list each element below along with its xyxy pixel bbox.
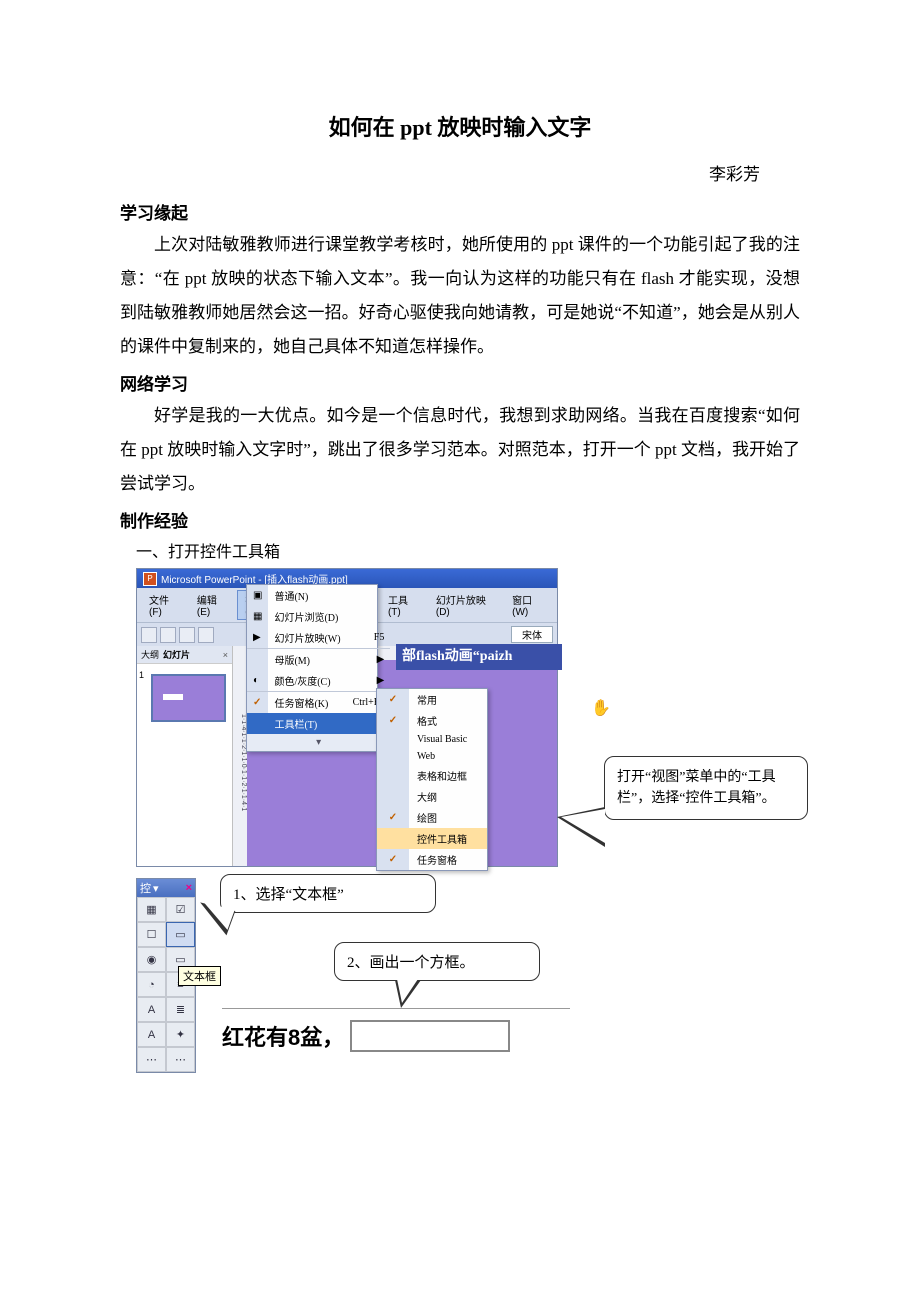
submenu-control-toolbox[interactable]: 控件工具箱 bbox=[377, 828, 487, 849]
hand-cursor-icon: ✋ bbox=[591, 698, 611, 718]
toolbox-close-icon[interactable]: × bbox=[186, 882, 192, 894]
powerpoint-icon: P bbox=[143, 572, 157, 586]
menuitem-normal[interactable]: ▣普通(N) bbox=[247, 585, 390, 606]
tool-image-icon[interactable]: ⋯ bbox=[137, 1047, 166, 1072]
slide-title-banner: 部flash动画“paizh bbox=[396, 644, 562, 670]
submenu-vb[interactable]: Visual Basic bbox=[377, 731, 487, 748]
slide-thumbnail[interactable] bbox=[151, 674, 226, 722]
submenu-format[interactable]: ✓格式 bbox=[377, 710, 487, 731]
figure-2-control-toolbox: 控 ▾ × ▦ ☑ ☐ ▭ ◉ ▭ ◔ ≡ A ≣ A ✦ ⋯ ⋯ 文本框 bbox=[136, 878, 800, 1068]
figure-1-powerpoint-view-menu: P Microsoft PowerPoint - [插入flash动画.ppt]… bbox=[136, 568, 800, 868]
toolbar-open-icon[interactable] bbox=[160, 627, 176, 643]
menuitem-master[interactable]: 母版(M)▶ bbox=[247, 649, 390, 670]
toolbox-title-text: 控 bbox=[140, 880, 151, 896]
menu-edit[interactable]: 编辑(E) bbox=[189, 590, 235, 620]
submenu-tables[interactable]: 表格和边框 bbox=[377, 765, 487, 786]
drawn-textbox-rect[interactable] bbox=[350, 1020, 510, 1052]
toolbox-dropdown-icon[interactable]: ▾ bbox=[153, 882, 159, 895]
menuitem-slideshow[interactable]: ▶幻灯片放映(W)F5 bbox=[247, 627, 390, 649]
example-text-row: 红花有8盆， bbox=[222, 1020, 510, 1052]
paragraph-origin: 上次对陆敏雅教师进行课堂教学考核时，她所使用的 ppt 课件的一个功能引起了我的… bbox=[120, 228, 800, 364]
tool-scrollbar-icon[interactable]: ✦ bbox=[166, 1022, 195, 1047]
section-heading-experience: 制作经验 bbox=[120, 507, 800, 532]
toolbox-titlebar: 控 ▾ × bbox=[137, 879, 195, 897]
tool-code-icon[interactable]: ☑ bbox=[166, 897, 195, 922]
tool-checkbox-icon[interactable]: ☐ bbox=[137, 922, 166, 947]
slide-panel: 大纲 幻灯片 × 1 bbox=[137, 646, 233, 866]
step-1-heading: 一、打开控件工具箱 bbox=[136, 538, 800, 562]
tool-textbox-icon[interactable]: ▭ bbox=[166, 922, 195, 947]
document-page: 如何在 ppt 放映时输入文字 李彩芳 学习缘起 上次对陆敏雅教师进行课堂教学考… bbox=[0, 0, 920, 1148]
slide-number: 1 bbox=[139, 670, 144, 680]
tool-togglebutton-icon[interactable]: A bbox=[137, 997, 166, 1022]
menuitem-toolbars[interactable]: 工具栏(T)▶ bbox=[247, 713, 390, 734]
tool-listbox-icon[interactable]: ◔ bbox=[137, 972, 166, 997]
author-name: 李彩芳 bbox=[120, 160, 800, 185]
tool-label-icon[interactable]: A bbox=[137, 1022, 166, 1047]
menuitem-slidesorter[interactable]: ▦幻灯片浏览(D) bbox=[247, 606, 390, 627]
callout-open-view-toolbar: 打开“视图”菜单中的“工具栏”，选择“控件工具箱”。 bbox=[604, 756, 808, 820]
menuitem-taskpane[interactable]: ✓任务窗格(K)Ctrl+F1 bbox=[247, 692, 390, 713]
callout-draw-rect: 2、画出一个方框。 bbox=[334, 942, 540, 981]
tool-commandbutton-icon[interactable]: ◉ bbox=[137, 947, 166, 972]
menu-slideshow[interactable]: 幻灯片放映(D) bbox=[428, 590, 502, 620]
view-menu-dropdown: ▣普通(N) ▦幻灯片浏览(D) ▶幻灯片放映(W)F5 母版(M)▶ ◐颜色/… bbox=[246, 584, 378, 752]
tool-more-icon[interactable]: ⋯ bbox=[166, 1047, 195, 1072]
menu-window[interactable]: 窗口(W) bbox=[504, 590, 553, 620]
submenu-common[interactable]: ✓常用 bbox=[377, 689, 487, 710]
tool-properties-icon[interactable]: ▦ bbox=[137, 897, 166, 922]
page-title: 如何在 ppt 放映时输入文字 bbox=[120, 110, 800, 142]
slide-panel-tabs: 大纲 幻灯片 × bbox=[137, 646, 232, 664]
divider-line bbox=[222, 1008, 570, 1009]
toolbars-submenu: ✓常用 ✓格式 Visual Basic Web 表格和边框 大纲 ✓绘图 控件… bbox=[376, 688, 488, 871]
close-icon[interactable]: × bbox=[223, 650, 228, 660]
toolbar-print-icon[interactable] bbox=[198, 627, 214, 643]
submenu-web[interactable]: Web bbox=[377, 748, 487, 765]
menuitem-expand[interactable]: ▾ bbox=[247, 734, 390, 751]
tooltip-textbox: 文本框 bbox=[178, 966, 221, 986]
example-prefix-text: 红花有8盆， bbox=[222, 1020, 344, 1052]
tab-slides[interactable]: 幻灯片 bbox=[163, 648, 190, 661]
menu-file[interactable]: 文件(F) bbox=[141, 590, 187, 620]
paragraph-netlearn: 好学是我的一大优点。如今是一个信息时代，我想到求助网络。当我在百度搜索“如何在 … bbox=[120, 399, 800, 501]
callout-select-textbox: 1、选择“文本框” bbox=[220, 874, 436, 913]
section-heading-origin: 学习缘起 bbox=[120, 199, 800, 224]
tool-spinbutton-icon[interactable]: ≣ bbox=[166, 997, 195, 1022]
menuitem-color-gray[interactable]: ◐颜色/灰度(C)▶ bbox=[247, 670, 390, 692]
submenu-taskpane[interactable]: ✓任务窗格 bbox=[377, 849, 487, 870]
toolbar-save-icon[interactable] bbox=[179, 627, 195, 643]
font-selector[interactable]: 宋体 bbox=[511, 626, 553, 643]
tab-outline[interactable]: 大纲 bbox=[141, 648, 159, 661]
submenu-draw[interactable]: ✓绘图 bbox=[377, 807, 487, 828]
toolbar-new-icon[interactable] bbox=[141, 627, 157, 643]
section-heading-netlearn: 网络学习 bbox=[120, 370, 800, 395]
submenu-outline[interactable]: 大纲 bbox=[377, 786, 487, 807]
